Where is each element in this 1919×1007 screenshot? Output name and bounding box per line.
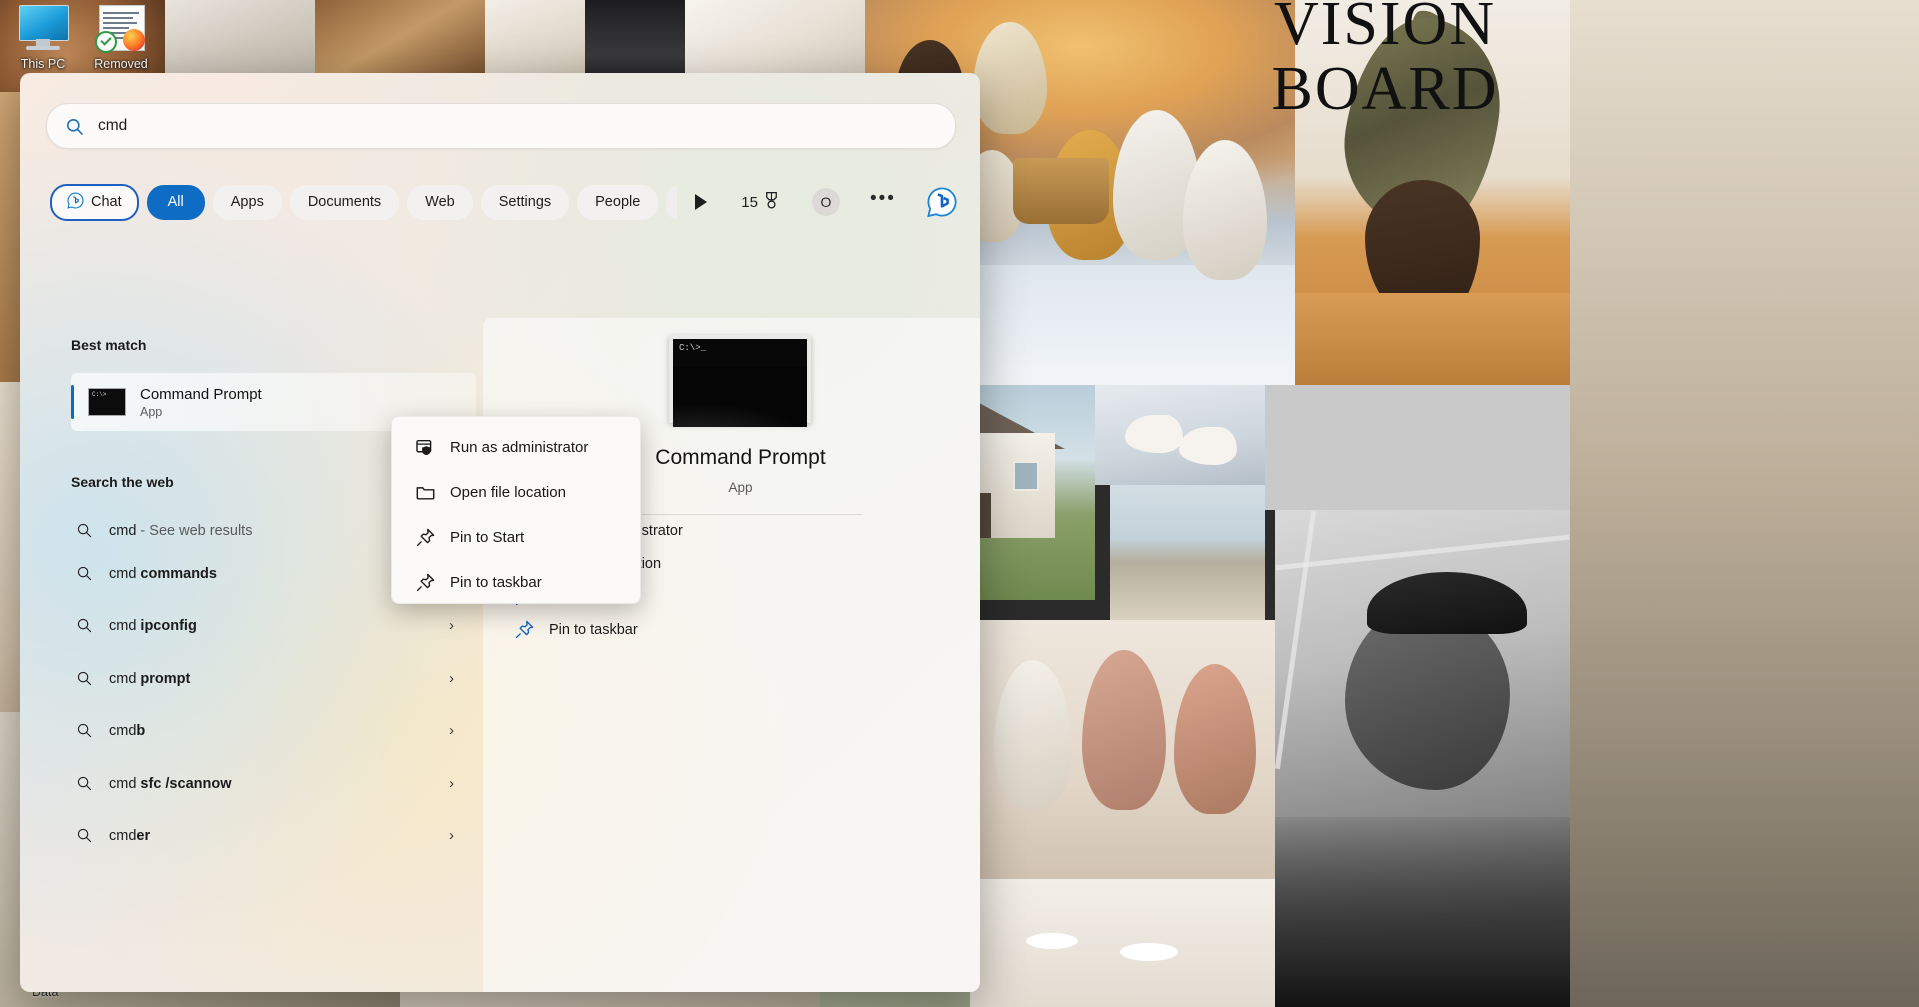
search-icon bbox=[71, 827, 97, 844]
search-the-web-heading: Search the web bbox=[71, 474, 174, 490]
windows-search-panel: cmd Chat All Apps Documents Web Settings bbox=[20, 73, 980, 992]
vision-line-2: BOARD bbox=[1190, 57, 1580, 122]
pin-icon bbox=[509, 620, 539, 639]
search-icon bbox=[71, 722, 97, 739]
chip-overflow-edge[interactable] bbox=[666, 186, 677, 219]
chevron-right-icon[interactable]: › bbox=[449, 617, 454, 634]
wallpaper-tile bbox=[1265, 385, 1570, 510]
chevron-right-icon[interactable]: › bbox=[449, 827, 454, 844]
web-result-label: cmd ipconfig bbox=[109, 618, 197, 634]
search-icon bbox=[71, 617, 97, 634]
chip-all[interactable]: All bbox=[147, 185, 205, 220]
context-menu-item-pin-to-start[interactable]: Pin to Start bbox=[392, 515, 640, 560]
chip-web[interactable]: Web bbox=[407, 185, 473, 220]
web-result-label: cmdb bbox=[109, 723, 145, 739]
filter-chip-row: Chat All Apps Documents Web Settings Peo… bbox=[50, 183, 958, 221]
folder-icon bbox=[412, 484, 438, 501]
document-firefox-icon bbox=[93, 5, 149, 53]
web-result-row[interactable]: cmd prompt › bbox=[71, 661, 476, 696]
chip-documents[interactable]: Documents bbox=[290, 185, 399, 220]
best-match-heading: Best match bbox=[71, 337, 146, 353]
selection-indicator bbox=[71, 385, 74, 419]
command-prompt-icon bbox=[88, 388, 126, 416]
chip-chat[interactable]: Chat bbox=[50, 184, 139, 221]
search-icon bbox=[71, 522, 97, 539]
bing-chat-icon bbox=[67, 192, 84, 213]
command-prompt-icon bbox=[669, 335, 811, 423]
chip-label: Settings bbox=[499, 194, 551, 210]
wallpaper-photo-shoes bbox=[1095, 385, 1265, 485]
desktop-icon-removed[interactable]: Removed bbox=[78, 5, 164, 71]
web-result-row[interactable]: cmd ipconfig › bbox=[71, 608, 476, 643]
web-result-label: cmd commands bbox=[109, 566, 217, 582]
wallpaper-photo-dinner bbox=[970, 620, 1275, 1007]
context-menu-item-label: Open file location bbox=[450, 484, 566, 501]
monitor-icon bbox=[15, 5, 71, 53]
context-menu-item-label: Pin to Start bbox=[450, 529, 524, 546]
chip-label: Documents bbox=[308, 194, 381, 210]
chip-label: All bbox=[168, 194, 184, 210]
preview-action-pin-to-taskbar[interactable]: Pin to taskbar bbox=[509, 613, 869, 646]
desktop-icon-label: This PC bbox=[0, 57, 86, 71]
context-menu-item-label: Run as administrator bbox=[450, 439, 588, 456]
web-result-label: cmd - See web results bbox=[109, 523, 252, 539]
web-result-label: cmd prompt bbox=[109, 671, 190, 687]
web-result-label: cmd sfc /scannow bbox=[109, 776, 231, 792]
search-icon bbox=[71, 670, 97, 687]
search-icon bbox=[65, 117, 84, 136]
search-icon bbox=[71, 775, 97, 792]
medal-icon bbox=[763, 191, 780, 214]
wallpaper-tile bbox=[1570, 0, 1919, 1007]
ellipsis-icon[interactable]: ••• bbox=[870, 199, 896, 205]
search-input[interactable]: cmd bbox=[46, 103, 956, 149]
best-match-subtitle: App bbox=[140, 405, 262, 419]
web-result-label: cmder bbox=[109, 828, 150, 844]
wallpaper-photo-boat-bw bbox=[1275, 510, 1570, 1007]
context-menu-item-run-as-administrator[interactable]: Run as administrator bbox=[392, 425, 640, 470]
chevron-right-icon[interactable]: › bbox=[449, 722, 454, 739]
chip-people[interactable]: People bbox=[577, 185, 658, 220]
chip-label: Chat bbox=[91, 194, 122, 210]
web-result-row[interactable]: cmdb › bbox=[71, 713, 476, 748]
chip-label: Apps bbox=[231, 194, 264, 210]
context-menu-item-open-file-location[interactable]: Open file location bbox=[392, 470, 640, 515]
desktop-icon-this-pc[interactable]: This PC bbox=[0, 5, 86, 71]
chip-apps[interactable]: Apps bbox=[213, 185, 282, 220]
rewards-count: 15 bbox=[741, 194, 758, 211]
context-menu: Run as administrator Open file location … bbox=[391, 416, 641, 604]
context-menu-item-pin-to-taskbar[interactable]: Pin to taskbar bbox=[392, 560, 640, 605]
search-icon bbox=[71, 565, 97, 582]
rewards-counter[interactable]: 15 bbox=[741, 191, 780, 214]
shield-admin-icon bbox=[412, 439, 438, 456]
vision-line-1: VISION bbox=[1190, 0, 1580, 57]
chevron-right-icon[interactable]: › bbox=[449, 775, 454, 792]
desktop-icon-label: Removed bbox=[78, 57, 164, 71]
wallpaper-photo-beach bbox=[1110, 485, 1265, 625]
chip-label: Web bbox=[425, 194, 455, 210]
best-match-title: Command Prompt bbox=[140, 386, 262, 403]
web-result-row[interactable]: cmd sfc /scannow › bbox=[71, 766, 476, 801]
pin-icon bbox=[412, 528, 438, 547]
wallpaper-vision-board-text: VISION BOARD bbox=[1190, 0, 1580, 122]
chip-settings[interactable]: Settings bbox=[481, 185, 569, 220]
play-arrow-icon[interactable] bbox=[695, 194, 707, 210]
search-input-value: cmd bbox=[98, 117, 127, 135]
pin-icon bbox=[412, 573, 438, 592]
web-result-row[interactable]: cmder › bbox=[71, 818, 476, 853]
preview-action-label: Pin to taskbar bbox=[549, 622, 638, 638]
user-avatar[interactable]: O bbox=[812, 188, 840, 216]
bing-chat-button-icon[interactable] bbox=[926, 186, 958, 218]
chip-label: People bbox=[595, 194, 640, 210]
context-menu-item-label: Pin to taskbar bbox=[450, 574, 542, 591]
avatar-letter: O bbox=[821, 194, 832, 210]
chevron-right-icon[interactable]: › bbox=[449, 670, 454, 687]
